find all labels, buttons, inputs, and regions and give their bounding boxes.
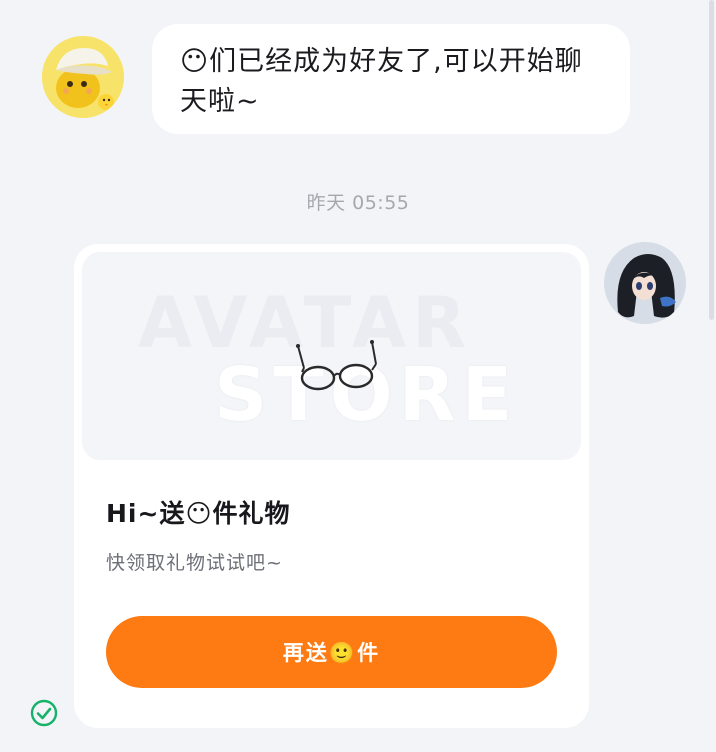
incoming-message-bubble[interactable]: 😶们已经成为好友了,可以开始聊天啦~ — [152, 24, 630, 134]
check-circle-icon — [30, 699, 58, 727]
gift-card[interactable]: AVATAR STORE Hi~送😶件礼物 快领取礼物试试吧~ 再送🙂件 — [74, 244, 589, 728]
glasses-icon — [296, 340, 377, 391]
gift-card-description: 快领取礼物试试吧~ — [106, 552, 283, 574]
incoming-message-row: 😶们已经成为好友了,可以开始聊天啦~ — [0, 0, 716, 150]
gift-card-title: Hi~送😶件礼物 — [106, 499, 291, 528]
send-another-gift-button[interactable]: 再送🙂件 — [106, 616, 557, 688]
friend-avatar[interactable] — [42, 36, 124, 118]
user-avatar[interactable] — [604, 242, 686, 324]
message-timestamp: 昨天 05:55 — [306, 192, 410, 214]
gift-banner: AVATAR STORE — [82, 252, 581, 460]
